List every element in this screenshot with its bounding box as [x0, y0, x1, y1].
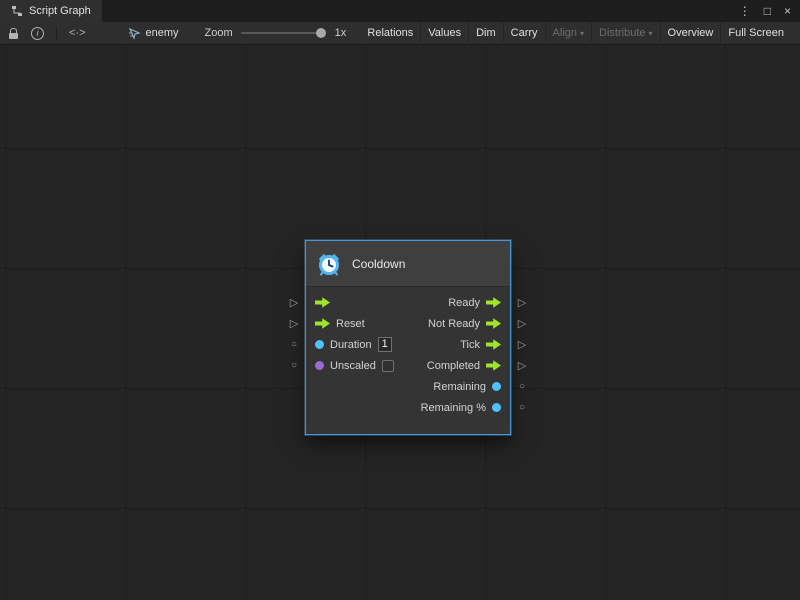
- flow-in-icon[interactable]: [315, 297, 330, 308]
- code-icon[interactable]: <·>: [69, 27, 86, 39]
- value-out-icon[interactable]: [492, 382, 501, 391]
- unscaled-checkbox[interactable]: [382, 360, 394, 372]
- port-label: Duration: [330, 339, 372, 351]
- align-dropdown: Align ▾: [545, 22, 591, 45]
- graph-name: enemy: [146, 27, 179, 39]
- graph-breadcrumb[interactable]: enemy: [128, 27, 179, 40]
- value-output-marker[interactable]: ○: [515, 376, 529, 397]
- graph-toolbar: i <·> enemy Zoom 1x Relations Values Dim…: [0, 22, 800, 45]
- menu-icon[interactable]: ⋮: [739, 5, 751, 17]
- info-icon[interactable]: i: [31, 27, 44, 40]
- flow-output-marker[interactable]: ▷: [515, 334, 529, 355]
- maximize-icon[interactable]: □: [764, 5, 771, 17]
- zoom-slider-handle[interactable]: [316, 28, 326, 38]
- alarm-clock-icon: [316, 251, 342, 277]
- duration-field[interactable]: 1: [378, 337, 392, 352]
- port-row-completed: Completed: [421, 355, 510, 376]
- zoom-label: Zoom: [205, 27, 233, 39]
- value-in-icon[interactable]: [315, 361, 324, 370]
- window-controls: ⋮ □ ×: [739, 0, 800, 22]
- close-icon[interactable]: ×: [784, 5, 791, 17]
- port-label: Tick: [460, 339, 480, 351]
- port-label: Remaining: [433, 381, 486, 393]
- input-port-markers: ▷ ▷ ○ ○: [287, 292, 301, 376]
- flow-output-marker[interactable]: ▷: [515, 292, 529, 313]
- relations-button[interactable]: Relations: [360, 22, 420, 45]
- flow-out-icon[interactable]: [486, 339, 501, 350]
- node-body: Reset Duration 1 Unscaled: [306, 287, 510, 434]
- chevron-down-icon: ▾: [580, 29, 584, 38]
- flow-input-marker[interactable]: ▷: [287, 313, 301, 334]
- zoom-slider[interactable]: [241, 32, 325, 34]
- flow-output-marker[interactable]: ▷: [515, 313, 529, 334]
- port-row-ready: Ready: [421, 292, 510, 313]
- tab-script-graph[interactable]: Script Graph: [0, 0, 102, 22]
- zoom-value: 1x: [335, 27, 347, 39]
- align-dropdown-label: Align: [553, 27, 577, 39]
- port-label: Ready: [448, 297, 480, 309]
- output-port-markers: ▷ ▷ ▷ ▷ ○ ○: [515, 292, 529, 418]
- port-label: Not Ready: [428, 318, 480, 330]
- port-row-unscaled: Unscaled: [306, 355, 394, 376]
- port-row-tick: Tick: [421, 334, 510, 355]
- carry-button[interactable]: Carry: [503, 22, 545, 45]
- dim-button[interactable]: Dim: [468, 22, 503, 45]
- tab-title: Script Graph: [29, 5, 91, 17]
- port-row-remaining: Remaining: [421, 376, 510, 397]
- chevron-down-icon: ▾: [649, 29, 653, 38]
- pointer-icon: [128, 27, 141, 40]
- graph-canvas[interactable]: Cooldown Reset: [0, 45, 800, 600]
- port-label: Unscaled: [330, 360, 376, 372]
- flow-input-marker[interactable]: ▷: [287, 292, 301, 313]
- value-out-icon[interactable]: [492, 403, 501, 412]
- value-output-marker[interactable]: ○: [515, 397, 529, 418]
- distribute-dropdown-label: Distribute: [599, 27, 645, 39]
- port-row-reset: Reset: [306, 313, 394, 334]
- port-row-duration: Duration 1: [306, 334, 394, 355]
- port-label: Reset: [336, 318, 365, 330]
- value-in-icon[interactable]: [315, 340, 324, 349]
- port-label: Remaining %: [421, 402, 486, 414]
- port-row-remaining-pct: Remaining %: [421, 397, 510, 418]
- port-row-notready: Not Ready: [421, 313, 510, 334]
- value-input-marker[interactable]: ○: [287, 334, 301, 355]
- distribute-dropdown: Distribute ▾: [591, 22, 659, 45]
- lock-icon[interactable]: [9, 26, 19, 40]
- script-graph-window: Script Graph ⋮ □ × i <·> enemy Zoom 1x R…: [0, 0, 800, 45]
- window-titlebar: Script Graph ⋮ □ ×: [0, 0, 800, 22]
- lock-icon-body: [9, 33, 18, 39]
- fullscreen-button[interactable]: Full Screen: [720, 22, 791, 45]
- node-title: Cooldown: [352, 257, 405, 271]
- cooldown-node[interactable]: Cooldown Reset: [305, 240, 511, 435]
- input-column: Reset Duration 1 Unscaled: [306, 292, 394, 418]
- flow-out-icon[interactable]: [486, 360, 501, 371]
- flow-out-icon[interactable]: [486, 318, 501, 329]
- graph-tab-icon: [11, 5, 23, 17]
- output-column: Ready Not Ready Tick: [421, 292, 510, 418]
- value-input-marker[interactable]: ○: [287, 355, 301, 376]
- toolbar-separator: [56, 27, 57, 40]
- values-button[interactable]: Values: [420, 22, 468, 45]
- port-label: Completed: [427, 360, 480, 372]
- port-row-enter: [306, 292, 394, 313]
- overview-button[interactable]: Overview: [660, 22, 721, 45]
- node-header[interactable]: Cooldown: [306, 241, 510, 287]
- flow-in-icon[interactable]: [315, 318, 330, 329]
- flow-output-marker[interactable]: ▷: [515, 355, 529, 376]
- flow-out-icon[interactable]: [486, 297, 501, 308]
